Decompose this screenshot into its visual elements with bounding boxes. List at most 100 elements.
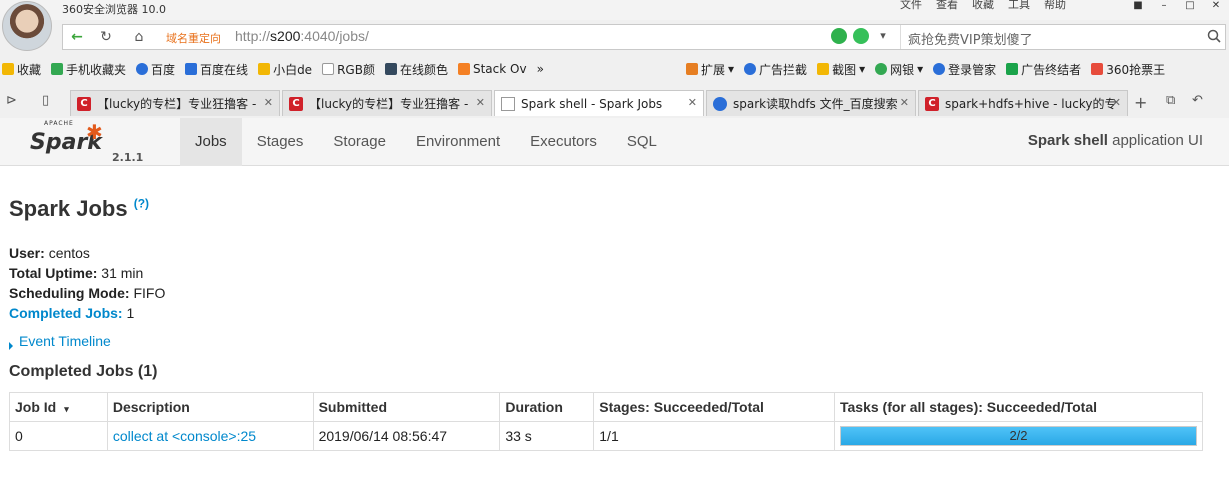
address-bar: ← ↻ ⌂ 域名重定向 http://s200:4040/jobs/ ▾ 疯抢免… [62,24,1226,50]
completed-jobs-link[interactable]: Completed Jobs: [9,305,123,321]
spark-logo[interactable]: APACHE Spark ✱ [30,120,110,160]
search-input[interactable]: 疯抢免费VIP策划傻了 [908,29,1033,48]
speed-mode-icon[interactable] [853,28,869,44]
ext-bank[interactable]: 网银 ▾ [875,61,923,78]
bookmark-baidu[interactable]: 百度 [136,61,175,78]
menu-favorites[interactable]: 收藏 [972,0,994,12]
app-name: Spark shell [1027,132,1108,149]
paw-icon [136,63,149,75]
close-icon[interactable]: ✕ [264,96,273,109]
event-timeline-toggle[interactable]: Event Timeline [9,333,111,350]
close-icon[interactable]: ✕ [688,96,697,109]
menu-file[interactable]: 文件 [900,0,922,12]
close-window-icon[interactable]: ✕ [1203,0,1229,14]
col-stages[interactable]: Stages: Succeeded/Total [593,392,835,422]
phone-icon[interactable]: ▯ [42,93,49,108]
block-icon [744,63,757,75]
tab-storage[interactable]: Storage [318,118,401,166]
bookmark-online-color[interactable]: 在线颜色 [384,61,448,78]
ext-ad-terminator[interactable]: 广告终结者 [1006,61,1081,78]
spark-navbar: APACHE Spark ✱ 2.1.1 Jobs Stages Storage… [0,118,1229,166]
ext-label: 登录管家 [948,62,997,77]
ext-adblock[interactable]: 广告拦截 [744,61,807,78]
ext-login-manager[interactable]: 登录管家 [933,61,996,78]
tab-environment[interactable]: Environment [401,118,515,166]
summary-value: FIFO [133,285,166,301]
tab-spark-jobs[interactable]: Spark shell - Spark Jobs ✕ [494,90,704,116]
tasks-progress-bar: 2/2 [840,426,1197,446]
cell-submitted: 2019/06/14 08:56:47 [312,421,501,451]
divider [900,25,901,49]
translate-icon [185,63,198,75]
col-tasks[interactable]: Tasks (for all stages): Succeeded/Total [834,392,1203,422]
tab-stages[interactable]: Stages [242,118,319,166]
security-icon[interactable] [831,28,847,44]
summary-label: User: [9,245,45,261]
user-avatar[interactable] [2,1,52,51]
refresh-icon[interactable]: ↻ [95,28,117,46]
tab-label: spark+hdfs+hive - lucky的专 [945,97,1117,111]
summary-mode: Scheduling Mode: FIFO [9,283,165,303]
tab-jobs[interactable]: Jobs [180,118,242,166]
phone-icon [51,63,64,75]
close-icon[interactable]: ✕ [1112,96,1121,109]
csdn-icon: C [77,96,91,111]
tab-lucky-1[interactable]: C 【lucky的专栏】专业狂撸客 - ✕ [70,90,280,116]
ext-label: 网银 [890,62,915,77]
undo-close-icon[interactable]: ↶ [1192,93,1203,108]
tab-spark-hdfs-hive[interactable]: C spark+hdfs+hive - lucky的专 ✕ [918,90,1128,116]
page-header: Spark Jobs (?) [9,196,149,222]
sidebar-toggle-icon[interactable]: ⊳ [6,93,17,108]
search-icon[interactable] [1207,29,1221,43]
url-input[interactable]: http://s200:4040/jobs/ [235,28,369,44]
menu-help[interactable]: 帮助 [1044,0,1066,12]
close-icon[interactable]: ✕ [900,96,909,109]
bookmark-label: 收藏 [17,62,42,77]
help-link[interactable]: (?) [134,197,149,211]
minimize-icon[interactable]: – [1151,0,1177,14]
completed-jobs-heading[interactable]: Completed Jobs (1) [9,363,157,381]
bookmark-baidu-online[interactable]: 百度在线 [185,61,248,78]
tab-baidu-search[interactable]: spark读取hdfs 文件_百度搜索 ✕ [706,90,916,116]
tab-executors[interactable]: Executors [515,118,612,166]
bookmark-mobile[interactable]: 手机收藏夹 [51,61,126,78]
menu-view[interactable]: 查看 [936,0,958,12]
extension-bar: 扩展 ▾ 广告拦截 截图 ▾ 网银 ▾ 登录管家 广告终结者 360抢票王 [686,58,1175,80]
ext-label: 广告拦截 [759,62,808,77]
more-bookmarks-icon[interactable]: » [537,62,544,76]
menu-tools[interactable]: 工具 [1008,0,1030,12]
bookmark-label: 百度 [151,62,176,77]
bookmark-favorites[interactable]: 收藏 [2,61,41,78]
col-description[interactable]: Description [106,392,314,422]
col-job-id[interactable]: Job Id ▾ [9,392,108,422]
page-icon [322,63,335,75]
tab-sql[interactable]: SQL [612,118,672,166]
bookmark-xiaobai[interactable]: 小白de [258,61,312,78]
app-suffix: application UI [1107,132,1203,149]
bookmark-label: 百度在线 [200,62,249,77]
url-path: :4040/jobs/ [300,28,369,44]
new-tab-icon[interactable]: + [1134,93,1147,112]
bookmark-stackoverflow[interactable]: Stack Ov [457,62,527,76]
home-icon[interactable]: ⌂ [128,28,150,46]
chevron-down-icon[interactable]: ▾ [875,28,891,44]
col-submitted[interactable]: Submitted [312,392,501,422]
bookmark-rgb[interactable]: RGB颜 [322,61,375,78]
chevron-down-icon: ▾ [728,62,735,76]
close-icon[interactable]: ✕ [476,96,485,109]
event-timeline-label: Event Timeline [19,333,111,349]
ext-ticket[interactable]: 360抢票王 [1091,61,1165,78]
tumblr-icon [384,63,397,75]
tab-lucky-2[interactable]: C 【lucky的专栏】专业狂撸客 - ✕ [282,90,492,116]
ext-screenshot[interactable]: 截图 ▾ [817,61,865,78]
col-duration[interactable]: Duration [499,392,595,422]
job-description-link[interactable]: collect at <console>:25 [113,428,256,444]
summary-label: Scheduling Mode: [9,285,130,301]
back-arrow-icon[interactable]: ← [66,28,88,46]
menu-icon[interactable]: ■ [1125,0,1151,14]
star-icon [2,63,14,75]
shield-icon [875,63,888,75]
maximize-icon[interactable]: □ [1177,0,1203,14]
restore-tabs-icon[interactable]: ⧉ [1166,93,1175,108]
ext-extensions[interactable]: 扩展 ▾ [686,61,734,78]
